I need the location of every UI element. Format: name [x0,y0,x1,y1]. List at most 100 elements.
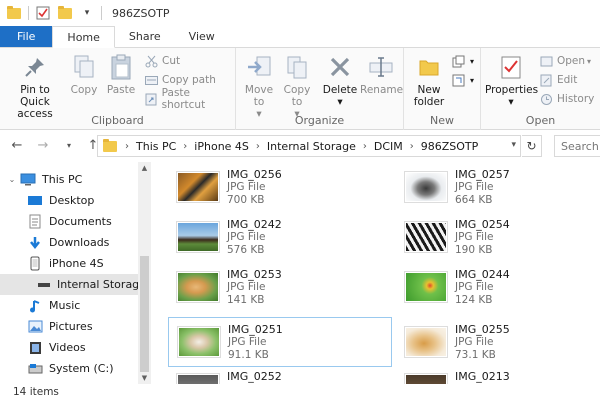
breadcrumb-iphone[interactable]: iPhone 4S [192,140,251,153]
nav-item-label: iPhone 4S [49,257,104,270]
file-item[interactable]: IMG_0257 JPG File 664 KB [396,162,600,212]
edit-button[interactable]: Edit [539,71,577,89]
file-name: IMG_0252 [227,370,282,383]
nav-scrollbar[interactable]: ▲ ▼ [138,162,151,384]
file-item[interactable]: IMG_0242 JPG File 576 KB [168,212,392,262]
open-icon [539,54,553,68]
tab-file[interactable]: File [0,26,53,47]
history-label: History [557,93,595,105]
copy-to-button[interactable]: Copy to ▾ [278,52,316,120]
scroll-thumb[interactable] [140,256,149,372]
chevron-down-icon[interactable]: ⌄ [7,175,17,184]
image-thumbnail [177,272,219,302]
file-item[interactable]: IMG_0255 JPG File 73.1 KB [396,317,600,367]
file-size: 73.1 KB [455,348,496,361]
scroll-down-icon[interactable]: ▼ [138,372,151,384]
move-to-button[interactable]: Move to ▾ [240,52,278,120]
tab-home[interactable]: Home [52,26,115,48]
image-thumbnail [177,222,219,252]
pictures-icon [27,320,43,334]
rename-icon [366,52,396,82]
nav-item-documents[interactable]: Documents [0,211,138,232]
back-arrow-icon[interactable]: ← [8,135,26,155]
recent-locations-icon[interactable]: ▾ [60,135,78,155]
copy-button[interactable]: Copy [66,52,102,96]
nav-item-label: Desktop [49,194,95,207]
image-thumbnail [177,374,219,384]
file-item[interactable]: IMG_0252 [168,366,392,384]
search-input[interactable]: Search 9 [554,135,600,157]
nav-item-system-drive[interactable]: System (C:) [0,358,138,379]
file-item[interactable]: IMG_0251 JPG File 91.1 KB [168,317,392,367]
breadcrumb-dcim[interactable]: DCIM [372,140,405,153]
nav-item-downloads[interactable]: Downloads [0,232,138,253]
file-name: IMG_0256 [227,167,282,181]
nav-item-internal-storage[interactable]: Internal Storage [0,274,146,295]
edit-icon [539,73,553,87]
address-bar[interactable]: › This PC › iPhone 4S › Internal Storage… [97,135,521,157]
file-item[interactable]: IMG_0256 JPG File 700 KB [168,162,392,212]
file-item[interactable]: IMG_0253 JPG File 141 KB [168,262,392,312]
new-item-button[interactable]: ▾ [452,52,474,70]
file-size: 124 KB [455,293,493,306]
breadcrumb-internal-storage[interactable]: Internal Storage [265,140,358,153]
nav-item-label: Documents [49,215,112,228]
delete-button[interactable]: Delete ▾ [320,52,360,108]
hard-drive-icon [27,362,43,376]
pin-icon [20,52,50,82]
new-group: New folder ▾ ▾ New [404,48,481,130]
file-size: 576 KB [227,243,265,256]
nav-item-desktop[interactable]: Desktop [0,190,138,211]
paste-shortcut-button[interactable]: Paste shortcut [144,87,235,111]
organize-group: Move to ▾ Copy to ▾ Delete ▾ Rename Organiz… [236,48,404,130]
file-type: JPG File [455,335,494,348]
nav-item-pictures[interactable]: Pictures [0,316,138,337]
pin-to-quick-access-button[interactable]: Pin to Quick access [4,52,66,120]
forward-arrow-icon[interactable]: → [34,135,52,155]
nav-item-music[interactable]: Music [0,295,138,316]
file-type: JPG File [227,180,266,193]
file-item[interactable]: IMG_0213 [396,366,600,384]
file-item[interactable]: IMG_0254 JPG File 190 KB [396,212,600,262]
properties-quick-icon[interactable] [35,5,51,21]
new-folder-quick-icon[interactable] [57,5,73,21]
image-thumbnail [405,172,447,202]
breadcrumb-this-pc[interactable]: This PC [134,140,178,153]
easy-access-dropdown-icon: ▾ [470,75,475,85]
paste-button[interactable]: Paste [102,52,140,96]
address-dropdown-icon[interactable]: ▾ [511,140,516,150]
chevron-right-icon[interactable]: › [358,141,372,152]
scroll-up-icon[interactable]: ▲ [138,162,151,174]
chevron-right-icon[interactable]: › [120,141,134,152]
download-arrow-icon [27,236,43,250]
new-folder-button[interactable]: New folder [410,52,448,108]
refresh-icon[interactable]: ↻ [522,135,542,157]
properties-dropdown-icon: ▾ [508,96,514,108]
cut-button[interactable]: Cut [144,52,180,70]
chevron-right-icon[interactable]: › [251,141,265,152]
properties-button[interactable]: Properties ▾ [485,52,538,108]
tab-share[interactable]: Share [115,26,175,47]
chevron-right-icon[interactable]: › [178,141,192,152]
nav-item-videos[interactable]: Videos [0,337,138,358]
file-type: JPG File [455,230,494,243]
history-button[interactable]: History [539,90,594,108]
file-name: IMG_0213 [455,370,510,383]
breadcrumb-current-folder[interactable]: 986ZSOTP [419,140,481,153]
copy-path-label: Copy path [162,74,216,86]
open-label: Open [557,55,586,67]
tab-view[interactable]: View [175,26,229,47]
nav-item-this-pc[interactable]: ⌄ This PC [0,169,138,190]
new-folder-icon [414,52,444,82]
clipboard-group: Pin to Quick access Copy Paste Cut Copy … [0,48,236,130]
rename-button[interactable]: Rename [360,52,403,96]
customize-quick-access-icon[interactable]: ▾ [79,5,95,21]
file-type: JPG File [455,280,494,293]
nav-item-iphone[interactable]: iPhone 4S [0,253,138,274]
storage-drive-icon [37,278,51,292]
video-film-icon [27,341,43,355]
file-item[interactable]: IMG_0244 JPG File 124 KB [396,262,600,312]
easy-access-button[interactable]: ▾ [452,71,474,89]
chevron-right-icon[interactable]: › [405,141,419,152]
open-button[interactable]: Open ▾ [539,52,591,70]
